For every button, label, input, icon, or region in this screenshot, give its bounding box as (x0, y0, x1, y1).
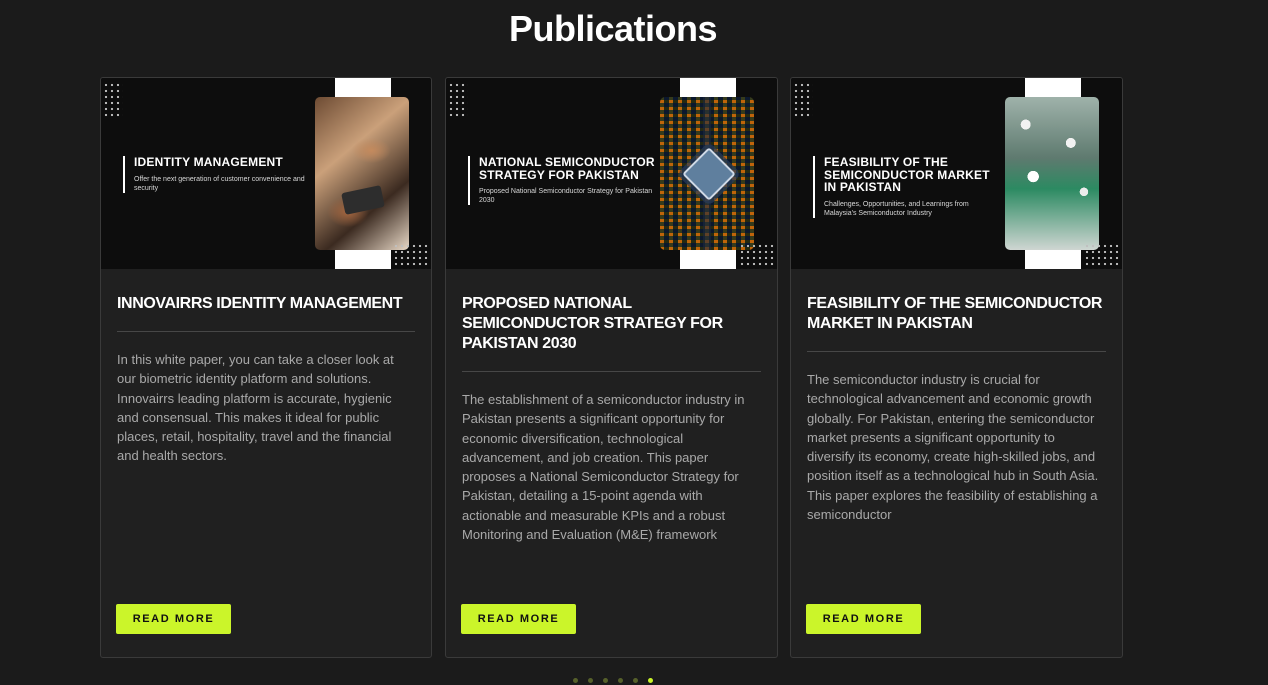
card-cover-image: IDENTITY MANAGEMENT Offer the next gener… (101, 78, 431, 269)
pagination-dot[interactable] (573, 678, 578, 683)
cover-subheading: Proposed National Semiconductor Strategy… (479, 188, 653, 205)
card-body: PROPOSED NATIONAL SEMICONDUCTOR STRATEGY… (462, 269, 761, 544)
cover-subheading: Offer the next generation of customer co… (134, 175, 305, 192)
page-title: Publications (508, 8, 718, 49)
dot-grid-decoration (1084, 243, 1120, 269)
pagination-dot[interactable] (588, 678, 593, 683)
cover-text-block: FEASIBILITY OF THE SEMICONDUCTOR MARKET … (813, 156, 1003, 218)
publication-card: FEASIBILITY OF THE SEMICONDUCTOR MARKET … (790, 77, 1123, 658)
card-description: In this white paper, you can take a clos… (117, 352, 394, 464)
card-cover-image: NATIONAL SEMICONDUCTOR STRATEGY FOR PAKI… (446, 78, 777, 269)
card-divider (462, 371, 761, 372)
pagination-dot[interactable] (603, 678, 608, 683)
card-body: INNOVAIRRS IDENTITY MANAGEMENT In this w… (117, 269, 415, 466)
publications-carousel: IDENTITY MANAGEMENT Offer the next gener… (100, 77, 1124, 658)
card-divider (807, 351, 1106, 352)
read-more-button[interactable]: READ MORE (461, 604, 576, 634)
card-title: FEASIBILITY OF THE SEMICONDUCTOR MARKET … (807, 295, 1103, 332)
dot-grid-decoration (793, 82, 813, 118)
card-body: FEASIBILITY OF THE SEMICONDUCTOR MARKET … (807, 269, 1106, 524)
cover-heading: NATIONAL SEMICONDUCTOR STRATEGY FOR PAKI… (479, 155, 655, 182)
read-more-button[interactable]: READ MORE (116, 604, 231, 634)
cover-heading: IDENTITY MANAGEMENT (134, 155, 283, 169)
cover-frame-bar (1025, 78, 1081, 98)
cover-subheading: Challenges, Opportunities, and Learnings… (824, 200, 969, 217)
pagination-dot[interactable] (633, 678, 638, 683)
dot-grid-decoration (739, 243, 775, 269)
cover-text-block: IDENTITY MANAGEMENT Offer the next gener… (123, 156, 313, 193)
carousel-pagination (573, 678, 653, 683)
card-description: The establishment of a semiconductor ind… (462, 392, 745, 543)
cover-text-block: NATIONAL SEMICONDUCTOR STRATEGY FOR PAKI… (468, 155, 658, 206)
pagination-dot[interactable] (618, 678, 623, 683)
cover-photo (315, 97, 409, 250)
pagination-dot[interactable] (648, 678, 653, 683)
dot-grid-decoration (103, 82, 123, 118)
cover-heading: FEASIBILITY OF THE SEMICONDUCTOR MARKET … (824, 155, 990, 195)
card-title: INNOVAIRRS IDENTITY MANAGEMENT (117, 295, 403, 312)
cover-frame-bar (680, 249, 736, 269)
cover-frame-bar (680, 78, 736, 98)
card-cover-image: FEASIBILITY OF THE SEMICONDUCTOR MARKET … (791, 78, 1122, 269)
dot-grid-decoration (393, 243, 429, 269)
cover-photo (660, 97, 754, 250)
publication-card: NATIONAL SEMICONDUCTOR STRATEGY FOR PAKI… (445, 77, 778, 658)
cover-photo (1005, 97, 1099, 250)
cover-frame-bar (335, 78, 391, 98)
dot-grid-decoration (448, 82, 468, 118)
card-description: The semiconductor industry is crucial fo… (807, 372, 1099, 523)
publication-card: IDENTITY MANAGEMENT Offer the next gener… (100, 77, 432, 658)
cover-frame-bar (335, 249, 391, 269)
read-more-button[interactable]: READ MORE (806, 604, 921, 634)
card-divider (117, 331, 415, 332)
card-title: PROPOSED NATIONAL SEMICONDUCTOR STRATEGY… (462, 295, 723, 352)
cover-frame-bar (1025, 249, 1081, 269)
